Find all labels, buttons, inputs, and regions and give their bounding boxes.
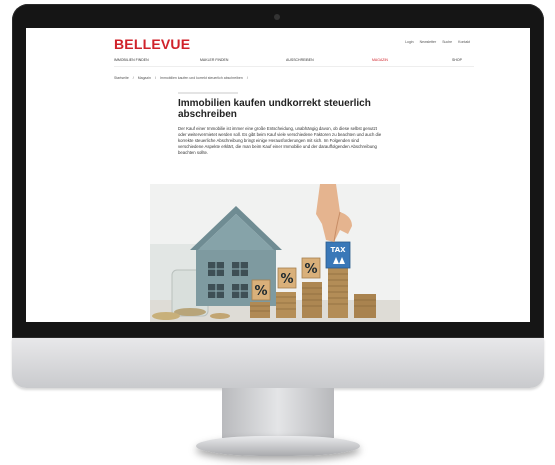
monitor-bezel: BELLEVUE Login Newsletter Suche Kontakt … (12, 4, 544, 338)
monitor-stand-foot (196, 436, 360, 456)
top-links: Login Newsletter Suche Kontakt (405, 40, 470, 44)
top-link-newsletter[interactable]: Newsletter (420, 40, 437, 44)
article-headline: Immobilien kaufen undkorrekt steuerlich … (178, 98, 371, 120)
breadcrumb-separator: / (132, 76, 134, 80)
main-nav: IMMOBILIEN FINDEN MAKLER FINDEN AUSSCHRE… (114, 58, 474, 67)
nav-item-makler[interactable]: MAKLER FINDEN (200, 58, 228, 62)
breadcrumb-magazin[interactable]: Magazin (138, 76, 151, 80)
nav-item-magazin[interactable]: MAGAZIN (372, 58, 388, 62)
screen: BELLEVUE Login Newsletter Suche Kontakt … (26, 28, 530, 322)
article-lead: Der Kauf einer Immobilie ist immer eine … (178, 126, 382, 156)
top-link-contact[interactable]: Kontakt (458, 40, 470, 44)
breadcrumb-separator: / (154, 76, 156, 80)
monitor-stand-neck (222, 388, 334, 438)
nav-item-shop[interactable]: SHOP (452, 58, 462, 62)
svg-text:%: % (280, 272, 293, 287)
camera-icon (274, 14, 280, 20)
nav-item-immobilien[interactable]: IMMOBILIEN FINDEN (114, 58, 149, 62)
breadcrumb-home[interactable]: Startseite (114, 76, 129, 80)
article-kicker-line (178, 92, 238, 94)
svg-text:%: % (304, 262, 317, 277)
brand-logo[interactable]: BELLEVUE (114, 36, 190, 52)
svg-text:%: % (254, 284, 267, 299)
breadcrumb: Startseite / Magazin / Immobilien kaufen… (114, 76, 251, 80)
site-header: BELLEVUE Login Newsletter Suche Kontakt … (26, 28, 530, 70)
monitor: BELLEVUE Login Newsletter Suche Kontakt … (12, 4, 544, 388)
monitor-chin (12, 338, 544, 388)
top-link-login[interactable]: Login (405, 40, 414, 44)
breadcrumb-separator: / (246, 76, 248, 80)
tax-block-icon: TAX (325, 241, 351, 269)
svg-text:TAX: TAX (330, 246, 346, 254)
hero-image: % % % TAX (150, 184, 400, 322)
top-link-search[interactable]: Suche (442, 40, 452, 44)
nav-item-ausschreiben[interactable]: AUSSCHREIBEN (286, 58, 314, 62)
breadcrumb-current: Immobilien kaufen und korrekt steuerlich… (159, 76, 243, 80)
